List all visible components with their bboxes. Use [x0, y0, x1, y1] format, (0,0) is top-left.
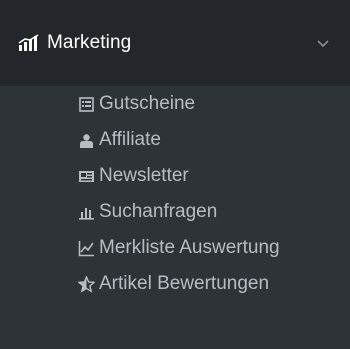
submenu-item-label: Suchanfragen [99, 201, 218, 222]
submenu-item-label: Gutscheine [99, 93, 196, 114]
star-half-icon [77, 274, 96, 293]
search-stats-icon [78, 204, 95, 221]
bar-chart-icon [18, 34, 42, 52]
menu-header-marketing[interactable]: Marketing [0, 0, 350, 86]
submenu-item-label: Merkliste Auswertung [99, 237, 280, 258]
newsletter-icon [78, 168, 95, 185]
sidebar-menu: Marketing Gutscheine Affiliate Newslette… [0, 0, 350, 349]
submenu-item-label: Artikel Bewertungen [99, 273, 270, 294]
submenu-item-label: Affiliate [99, 129, 161, 150]
submenu-item-merkliste-auswertung[interactable]: Merkliste Auswertung [0, 230, 350, 266]
submenu-item-newsletter[interactable]: Newsletter [0, 158, 350, 194]
voucher-icon [78, 96, 95, 113]
menu-header-label: Marketing [47, 32, 132, 53]
chevron-down-icon[interactable] [316, 36, 330, 48]
submenu-item-affiliate[interactable]: Affiliate [0, 122, 350, 158]
user-icon [78, 132, 95, 149]
line-chart-icon [78, 240, 95, 257]
submenu-item-suchanfragen[interactable]: Suchanfragen [0, 194, 350, 230]
submenu-item-label: Newsletter [99, 165, 189, 186]
submenu-item-artikel-bewertungen[interactable]: Artikel Bewertungen [0, 266, 350, 302]
submenu-item-gutscheine[interactable]: Gutscheine [0, 86, 350, 122]
